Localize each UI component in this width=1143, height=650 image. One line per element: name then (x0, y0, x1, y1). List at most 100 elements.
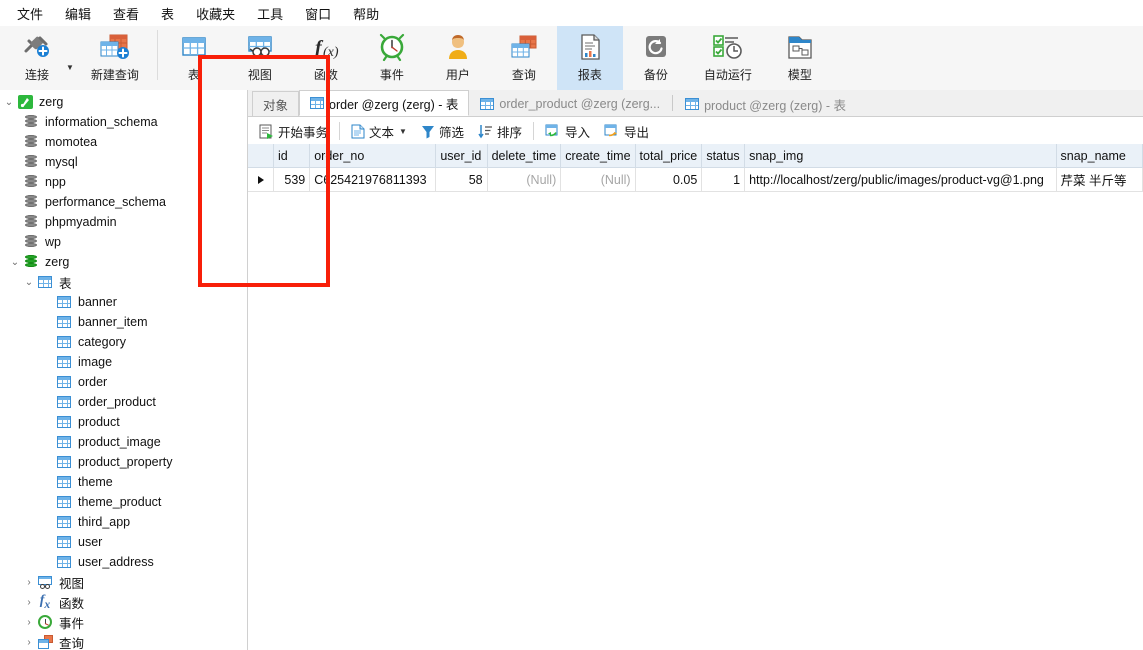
toolbar-separator-1 (156, 30, 158, 80)
tree-item-information-schema[interactable]: information_schema (0, 112, 247, 132)
table-icon (55, 293, 73, 311)
tree-item-table-order[interactable]: order (0, 372, 247, 392)
row-selector-cell[interactable] (248, 167, 274, 192)
tree-item-table-theme[interactable]: theme (0, 472, 247, 492)
menu-help[interactable]: 帮助 (342, 1, 390, 26)
chevron-down-icon[interactable]: ▼ (399, 127, 407, 136)
tab-product[interactable]: product @zerg (zerg) - 表 (674, 91, 857, 116)
data-grid[interactable]: id order_no user_id delete_time create_t… (248, 144, 1143, 650)
tree-item-table-product-image[interactable]: product_image (0, 432, 247, 452)
menu-tools[interactable]: 工具 (246, 1, 294, 26)
tab-objects[interactable]: 对象 (252, 91, 300, 116)
tree-item-table-product[interactable]: product (0, 412, 247, 432)
tree-item-table-user-address[interactable]: user_address (0, 552, 247, 572)
content-pane: 对象 order @zerg (zerg) - 表 order_product … (248, 90, 1143, 650)
cell-status[interactable]: 1 (701, 167, 746, 192)
text-view-button[interactable]: 文本 ▼ (344, 120, 414, 142)
tree-group-tables[interactable]: ⌄ 表 (0, 272, 247, 292)
tab-bar: 对象 order @zerg (zerg) - 表 order_product … (248, 90, 1143, 117)
menu-file[interactable]: 文件 (6, 1, 54, 26)
chevron-right-icon[interactable]: › (22, 572, 36, 592)
import-button[interactable]: 导入 (538, 120, 597, 142)
toolbar-backup-button[interactable]: 备份 (623, 26, 689, 90)
toolbar-function-button[interactable]: f (x) 函数 (293, 26, 359, 90)
tree-group-queries[interactable]: › 查询 (0, 632, 247, 650)
tree-item-table-user[interactable]: user (0, 532, 247, 552)
tree-item-table-third-app[interactable]: third_app (0, 512, 247, 532)
chevron-down-icon[interactable]: ⌄ (8, 252, 22, 272)
cell-total-price[interactable]: 0.05 (635, 167, 703, 192)
tree-item-table-banner-item[interactable]: banner_item (0, 312, 247, 332)
toolbar-view-button[interactable]: 视图 (227, 26, 293, 90)
column-header-create-time[interactable]: create_time (560, 144, 636, 168)
tab-order-product[interactable]: order_product @zerg (zerg... (469, 91, 672, 116)
cell-order-no[interactable]: C625421976811393 (309, 167, 437, 192)
database-icon (22, 133, 40, 151)
tree-item-connection-zerg[interactable]: ⌄ zerg (0, 92, 247, 112)
toolbar-event-button[interactable]: 事件 (359, 26, 425, 90)
chevron-down-icon[interactable]: ⌄ (2, 92, 16, 112)
column-header-id[interactable]: id (273, 144, 311, 168)
sort-button[interactable]: 排序 (471, 120, 529, 142)
table-icon (55, 453, 73, 471)
column-header-snap-img[interactable]: snap_img (744, 144, 1057, 168)
tree-item-npp[interactable]: npp (0, 172, 247, 192)
tree-group-views[interactable]: › 视图 (0, 572, 247, 592)
tree-item-table-product-property[interactable]: product_property (0, 452, 247, 472)
tree-item-momotea[interactable]: momotea (0, 132, 247, 152)
grid-action-bar: 开始事务 文本 ▼ 筛选 排序 导入 导出 (248, 117, 1143, 146)
menu-table[interactable]: 表 (150, 1, 185, 26)
cell-id[interactable]: 539 (273, 167, 311, 192)
tree-item-table-image[interactable]: image (0, 352, 247, 372)
tree-item-table-theme-product[interactable]: theme_product (0, 492, 247, 512)
tree-item-table-banner[interactable]: banner (0, 292, 247, 312)
cell-snap-name[interactable]: 芹菜 半斤等 (1056, 167, 1143, 192)
tree-item-database-zerg[interactable]: ⌄ zerg (0, 252, 247, 272)
object-tree-sidebar[interactable]: ⌄ zerg information_schema momotea mysql … (0, 90, 248, 650)
toolbar-new-query-button[interactable]: 新建查询 (76, 26, 154, 90)
user-icon (442, 30, 474, 64)
column-header-user-id[interactable]: user_id (435, 144, 488, 168)
cell-create-time[interactable]: (Null) (560, 167, 636, 192)
column-header-order-no[interactable]: order_no (309, 144, 437, 168)
tree-item-label: 表 (59, 276, 72, 291)
tree-item-phpmyadmin[interactable]: phpmyadmin (0, 212, 247, 232)
tab-order[interactable]: order @zerg (zerg) - 表 (299, 90, 470, 116)
tree-item-label: banner_item (78, 315, 148, 329)
chevron-right-icon[interactable]: › (22, 612, 36, 632)
tree-item-table-category[interactable]: category (0, 332, 247, 352)
result-table: id order_no user_id delete_time create_t… (248, 144, 1143, 192)
filter-button[interactable]: 筛选 (414, 120, 471, 142)
cell-user-id[interactable]: 58 (435, 167, 488, 192)
column-header-total-price[interactable]: total_price (635, 144, 703, 168)
toolbar-user-button[interactable]: 用户 (425, 26, 491, 90)
tree-item-mysql[interactable]: mysql (0, 152, 247, 172)
menu-view[interactable]: 查看 (102, 1, 150, 26)
export-button[interactable]: 导出 (597, 120, 656, 142)
menu-window[interactable]: 窗口 (294, 1, 342, 26)
column-header-snap-name[interactable]: snap_name (1056, 144, 1143, 168)
chevron-right-icon[interactable]: › (22, 632, 36, 650)
connection-icon (20, 30, 54, 64)
begin-transaction-button[interactable]: 开始事务 (252, 120, 335, 142)
cell-snap-img[interactable]: http://localhost/zerg/public/images/prod… (744, 167, 1057, 192)
cell-delete-time[interactable]: (Null) (487, 167, 562, 192)
tree-item-table-order-product[interactable]: order_product (0, 392, 247, 412)
menu-favorites[interactable]: 收藏夹 (185, 1, 246, 26)
toolbar-model-button[interactable]: 模型 (767, 26, 833, 90)
tree-group-functions[interactable]: › fx 函数 (0, 592, 247, 612)
chevron-down-icon[interactable]: ⌄ (22, 272, 36, 292)
column-header-delete-time[interactable]: delete_time (487, 144, 562, 168)
tree-group-events[interactable]: › 事件 (0, 612, 247, 632)
toolbar-table-button[interactable]: 表 (161, 26, 227, 90)
tree-item-wp[interactable]: wp (0, 232, 247, 252)
toolbar-report-button[interactable]: 报表 (556, 26, 623, 90)
toolbar-automation-button[interactable]: 自动运行 (689, 26, 767, 90)
table-row[interactable]: 539 C625421976811393 58 (Null) (Null) 0.… (248, 167, 1143, 192)
menu-edit[interactable]: 编辑 (54, 1, 102, 26)
chevron-right-icon[interactable]: › (22, 592, 36, 612)
toolbar-connection-button[interactable]: 连接 (4, 26, 70, 90)
column-header-status[interactable]: status (701, 144, 746, 168)
toolbar-query-button[interactable]: 查询 (491, 26, 557, 90)
tree-item-performance-schema[interactable]: performance_schema (0, 192, 247, 212)
